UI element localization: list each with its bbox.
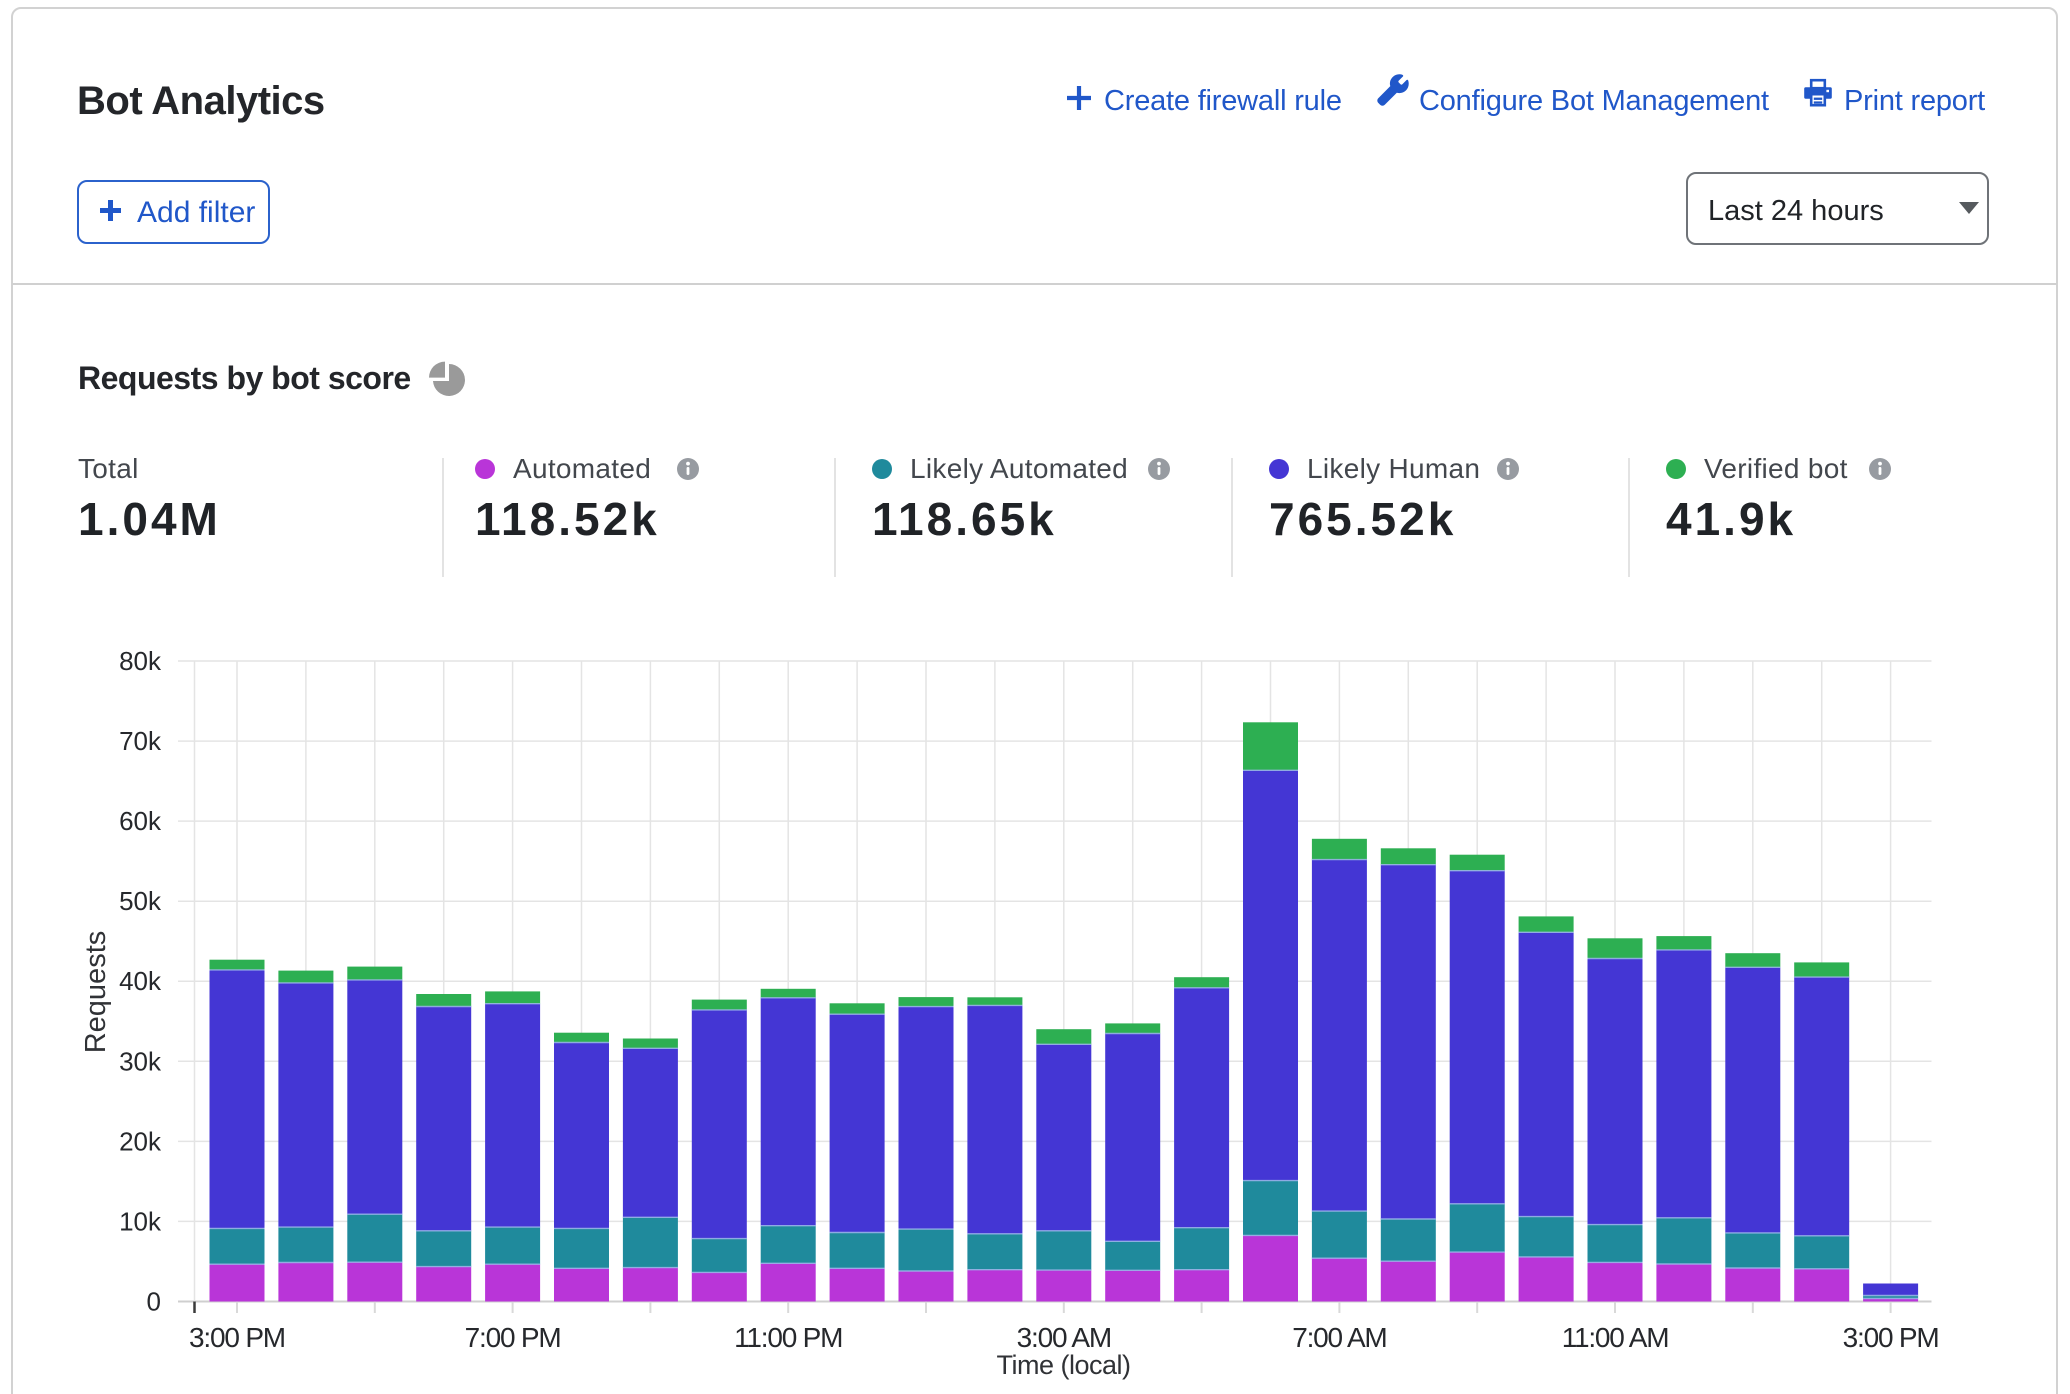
svg-text:Requests: Requests <box>80 931 112 1054</box>
svg-text:7:00 AM: 7:00 AM <box>1292 1322 1386 1353</box>
svg-text:11:00 PM: 11:00 PM <box>734 1322 842 1353</box>
svg-text:50k: 50k <box>119 886 162 916</box>
svg-text:3:00 AM: 3:00 AM <box>1017 1322 1111 1353</box>
svg-text:Time (local): Time (local) <box>996 1350 1130 1380</box>
svg-text:60k: 60k <box>119 806 162 836</box>
svg-text:80k: 80k <box>119 646 162 676</box>
svg-text:3:00 PM: 3:00 PM <box>1843 1322 1939 1353</box>
svg-text:40k: 40k <box>119 966 162 996</box>
svg-text:3:00 PM: 3:00 PM <box>189 1322 285 1353</box>
svg-text:30k: 30k <box>119 1046 162 1076</box>
svg-text:20k: 20k <box>119 1126 162 1156</box>
svg-text:11:00 AM: 11:00 AM <box>1562 1322 1669 1353</box>
svg-text:7:00 PM: 7:00 PM <box>465 1322 561 1353</box>
svg-text:0: 0 <box>147 1287 161 1317</box>
svg-text:70k: 70k <box>119 726 162 756</box>
svg-text:10k: 10k <box>119 1206 162 1236</box>
